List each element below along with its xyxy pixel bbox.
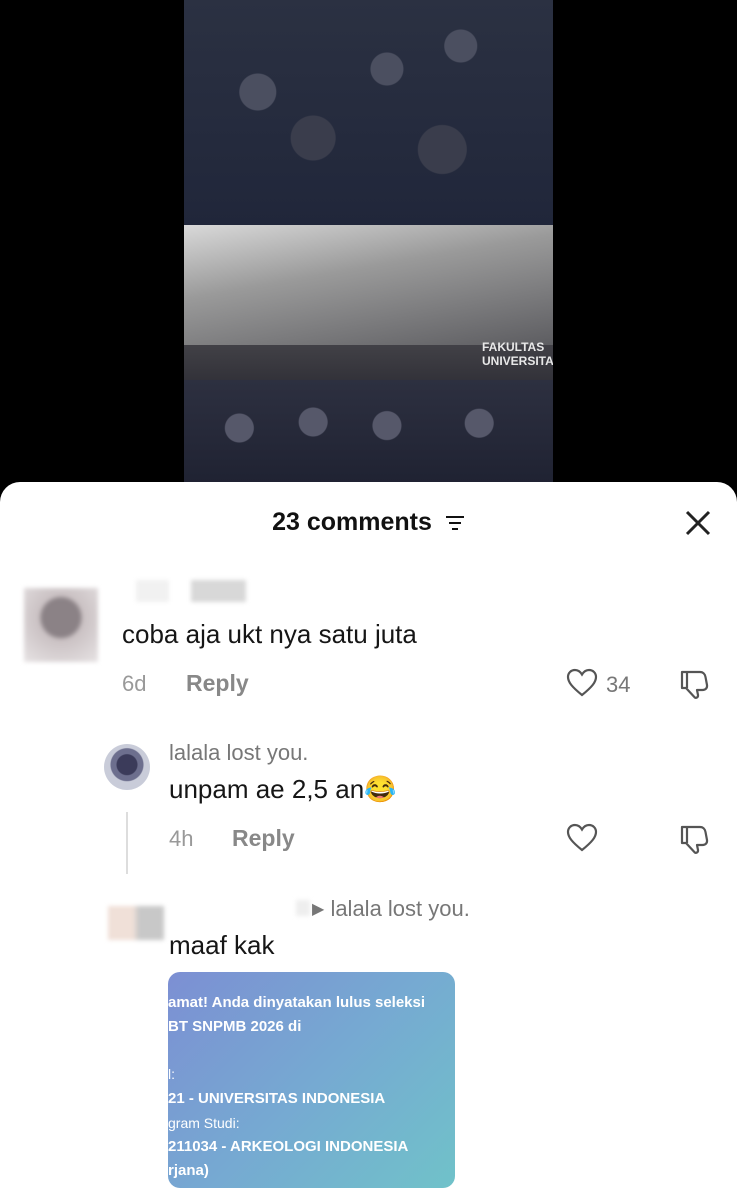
avatar[interactable]	[24, 588, 98, 662]
comment-text: coba aja ukt nya satu juta	[122, 619, 417, 649]
reply-button[interactable]: Reply	[232, 825, 295, 852]
card-line-4: 21 - UNIVERSITAS INDONESIA	[168, 1090, 386, 1107]
sign-line-2: UNIVERSITAS	[482, 354, 553, 368]
building-sign: FAKULTAS UNIVERSITAS	[482, 340, 553, 368]
sort-filter-icon[interactable]	[445, 515, 465, 531]
comments-title[interactable]: 23 comments	[0, 508, 737, 537]
reply-to-username: lalala lost you.	[330, 896, 470, 921]
avatar[interactable]	[104, 744, 150, 790]
username[interactable]: lalala lost you.	[169, 740, 308, 766]
card-line-6: 211034 - ARKEOLOGI INDONESIA	[168, 1138, 409, 1155]
thread-line	[126, 812, 128, 874]
reply-to[interactable]: ▶ lalala lost you.	[312, 896, 470, 922]
comment-time: 6d	[122, 671, 147, 696]
heart-icon[interactable]	[566, 823, 598, 853]
username-blurred[interactable]	[296, 900, 310, 916]
reply-arrow-icon: ▶	[312, 901, 325, 918]
username-blurred[interactable]	[136, 580, 246, 602]
sign-line-1: FAKULTAS	[482, 340, 545, 354]
card-line-7: rjana)	[168, 1162, 209, 1179]
card-line-2: BT SNPMB 2026 di	[168, 1018, 302, 1035]
building-ceiling	[184, 225, 553, 345]
like-count: 34	[606, 672, 631, 697]
card-line-1: amat! Anda dinyatakan lulus seleksi	[168, 994, 426, 1011]
dislike-icon[interactable]	[678, 668, 710, 700]
attached-image[interactable]: amat! Anda dinyatakan lulus seleksi BT S…	[168, 972, 455, 1188]
dislike-icon[interactable]	[678, 823, 710, 855]
card-line-5: gram Studi:	[168, 1115, 240, 1131]
heart-icon[interactable]	[566, 668, 598, 698]
comment-text: unpam ae 2,5 an😂	[169, 774, 397, 805]
reply-button[interactable]: Reply	[186, 670, 249, 697]
comments-header: 23 comments	[0, 482, 737, 562]
video-frame: FAKULTAS UNIVERSITAS	[184, 0, 553, 500]
comments-sheet: 23 comments coba aja ukt nya satu juta 6…	[0, 482, 737, 1200]
comment-text: maaf kak	[169, 930, 275, 960]
laughing-emoji-icon: 😂	[364, 774, 397, 804]
card-line-3: l:	[168, 1066, 175, 1082]
group-photo-top	[184, 0, 553, 230]
comment-text-body: unpam ae 2,5 an	[169, 774, 365, 804]
avatar[interactable]	[108, 906, 164, 940]
comments-count-label: 23 comments	[272, 508, 432, 536]
comment-time: 4h	[169, 826, 194, 851]
video-player[interactable]: FAKULTAS UNIVERSITAS	[0, 0, 737, 500]
close-icon[interactable]	[683, 508, 713, 538]
